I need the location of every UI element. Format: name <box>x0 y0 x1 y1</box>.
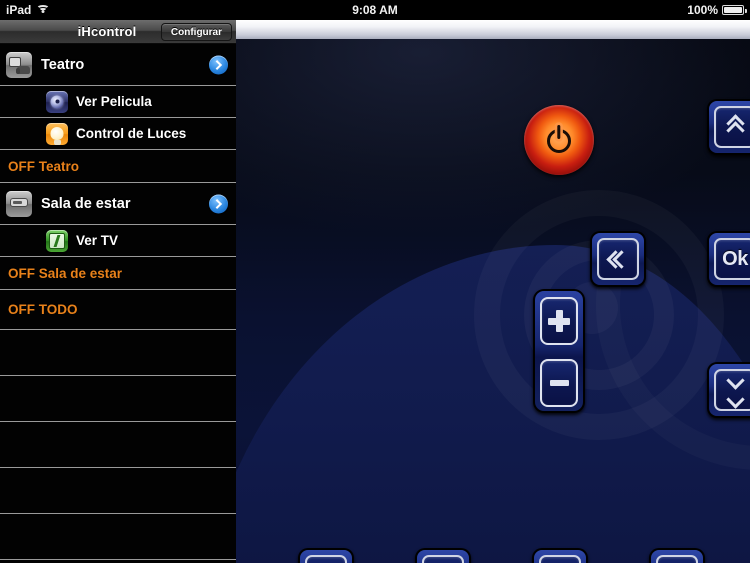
sidebar-item-label: OFF Sala de estar <box>8 265 123 281</box>
sidebar-item-label: Teatro <box>41 56 85 73</box>
remote-panel: Ok <box>236 20 750 563</box>
list-item[interactable] <box>0 514 236 560</box>
battery-full-icon <box>722 5 747 15</box>
sidebar: iHcontrol Configurar Teatro Ver Pelicula <box>0 20 236 563</box>
sidebar-item-off-todo[interactable]: OFF TODO <box>0 290 236 330</box>
ok-button-label: Ok <box>722 247 748 270</box>
theater-icon <box>6 51 32 78</box>
double-chevron-up-icon <box>725 114 745 140</box>
minus-symbol-icon <box>549 380 569 386</box>
plus-symbol-icon <box>548 310 570 332</box>
sidebar-item-teatro[interactable]: Teatro <box>0 44 236 86</box>
status-bar-clock: 9:08 AM <box>352 3 398 17</box>
sidebar-item-off-sala-de-estar[interactable]: OFF Sala de estar <box>0 257 236 290</box>
bottom-button-1[interactable] <box>298 548 354 563</box>
battery-percent-label: 100% <box>687 3 718 17</box>
channel-down-button[interactable] <box>707 362 750 418</box>
bottom-button-4[interactable] <box>649 548 705 563</box>
sidebar-item-label: Ver Pelicula <box>76 94 152 109</box>
movie-disc-icon <box>46 90 68 113</box>
rewind-button[interactable] <box>590 231 646 287</box>
navigation-bar: iHcontrol Configurar <box>0 20 236 44</box>
sidebar-item-label: OFF Teatro <box>8 158 80 174</box>
configurar-button[interactable]: Configurar <box>160 23 232 41</box>
status-bar: iPad 9:08 AM 100% <box>0 0 750 20</box>
status-bar-right: 100% <box>687 3 747 17</box>
power-button[interactable] <box>524 105 594 175</box>
list-item[interactable] <box>0 330 236 376</box>
double-chevron-left-icon <box>605 249 631 269</box>
panel-top-glare <box>236 20 750 39</box>
sidebar-item-label: OFF TODO <box>8 302 78 317</box>
sidebar-item-label: Control de Luces <box>76 126 187 141</box>
lightbulb-icon <box>46 122 68 145</box>
sidebar-item-label: Sala de estar <box>41 195 131 212</box>
channel-up-button[interactable] <box>707 99 750 155</box>
volume-rocker <box>533 289 585 413</box>
list-item[interactable] <box>0 468 236 514</box>
app-root: iPad 9:08 AM 100% iHcontrol Configurar T… <box>0 0 750 563</box>
sidebar-item-sala-de-estar[interactable]: Sala de estar <box>0 183 236 225</box>
scene-list: Teatro Ver Pelicula Control de Luces OFF… <box>0 44 236 563</box>
tv-icon <box>46 229 68 252</box>
bottom-button-2[interactable] <box>415 548 471 563</box>
sidebar-item-control-de-luces[interactable]: Control de Luces <box>0 118 236 150</box>
livingroom-icon <box>6 190 32 217</box>
sidebar-item-label: Ver TV <box>76 233 119 248</box>
ok-button[interactable]: Ok <box>707 231 750 287</box>
power-symbol-icon <box>547 125 571 153</box>
disclosure-arrow-icon[interactable] <box>209 194 228 213</box>
list-item[interactable] <box>0 376 236 422</box>
sidebar-item-ver-pelicula[interactable]: Ver Pelicula <box>0 86 236 118</box>
list-item[interactable] <box>0 422 236 468</box>
sidebar-item-ver-tv[interactable]: Ver TV <box>0 225 236 257</box>
double-chevron-down-icon <box>725 371 745 409</box>
page-title: iHcontrol <box>77 24 137 39</box>
background-wave <box>236 245 750 563</box>
bottom-button-3[interactable] <box>532 548 588 563</box>
volume-up-button[interactable] <box>540 297 578 345</box>
sidebar-item-off-teatro[interactable]: OFF Teatro <box>0 150 236 183</box>
volume-down-button[interactable] <box>540 359 578 407</box>
disclosure-arrow-icon[interactable] <box>209 55 228 74</box>
